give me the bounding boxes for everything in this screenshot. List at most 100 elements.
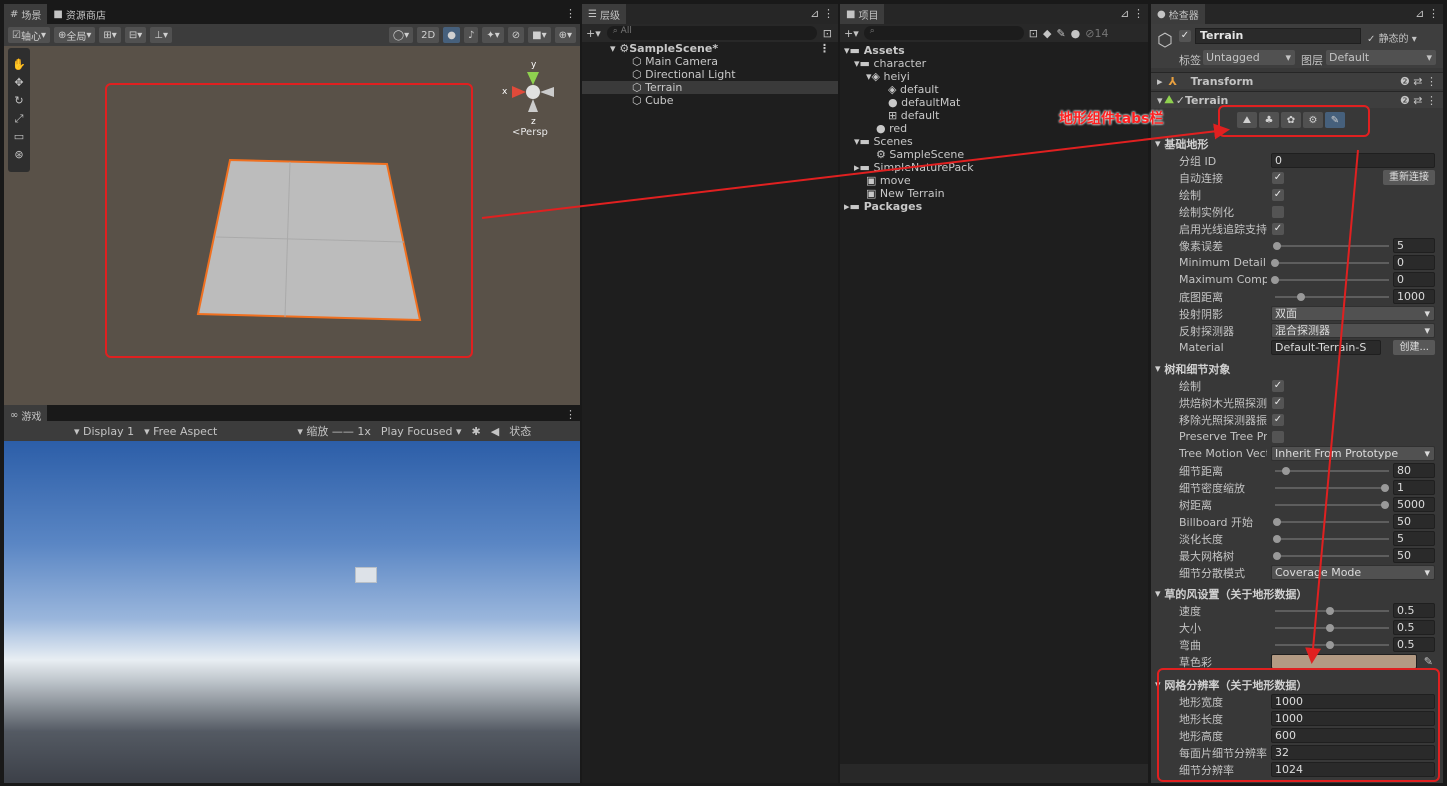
lock-icon[interactable]: ⊿ ⋮ (810, 7, 834, 20)
slider-value-field[interactable]: 1 (1393, 480, 1435, 495)
project-item[interactable]: ▾ ◈ heiyi (840, 70, 1148, 83)
layer-dropdown[interactable]: Default ▾ (1326, 50, 1436, 65)
property-button[interactable]: 重新连接 (1383, 170, 1435, 185)
slider-value-field[interactable]: 0.5 (1393, 620, 1435, 635)
tag-dropdown[interactable]: Untagged ▾ (1203, 50, 1295, 65)
slider-value-field[interactable]: 5 (1393, 238, 1435, 253)
label-filter-icon[interactable]: ✎ (1056, 27, 1065, 40)
tab-project[interactable]: ■ 项目 (840, 4, 885, 24)
component-menu-icon[interactable]: ❷ ⇄ ⋮ (1400, 94, 1437, 107)
slider-track[interactable] (1275, 487, 1389, 489)
slider-track[interactable] (1275, 245, 1389, 247)
slider-knob[interactable] (1326, 641, 1334, 649)
property-checkbox[interactable] (1272, 205, 1284, 218)
slider-track[interactable] (1275, 504, 1389, 506)
slider-track[interactable] (1275, 538, 1389, 540)
hidden-count[interactable]: ⊘14 (1085, 27, 1108, 40)
static-toggle[interactable]: ✓ 静态的 ▾ (1367, 30, 1417, 45)
hierarchy-item[interactable]: ⬡ Directional Light (582, 68, 838, 81)
active-checkbox[interactable]: ✓ (1179, 30, 1191, 42)
property-checkbox[interactable]: ✓ (1272, 222, 1284, 235)
slider-knob[interactable] (1381, 501, 1389, 509)
lock-icon[interactable]: ⊿ ⋮ (1415, 7, 1439, 20)
slider-knob[interactable] (1273, 242, 1282, 250)
lock-icon[interactable]: ⊿ ⋮ (1120, 7, 1144, 20)
hierarchy-item[interactable]: ⬡ Main Camera (582, 55, 838, 68)
property-field[interactable]: Default-Terrain-S (1271, 340, 1381, 355)
stats-button[interactable]: 状态 (509, 423, 531, 439)
property-button[interactable]: 创建... (1393, 340, 1435, 355)
play-mode-dropdown[interactable]: Play Focused ▾ (381, 425, 462, 438)
filter-icon[interactable]: ⊡ (823, 27, 832, 40)
slider-value-field[interactable]: 0.5 (1393, 637, 1435, 652)
property-checkbox[interactable]: ✓ (1272, 396, 1284, 409)
add-button[interactable]: +▾ (586, 27, 601, 40)
slider-knob[interactable] (1282, 467, 1290, 475)
property-dropdown[interactable]: Inherit From Prototype ▾ (1271, 446, 1435, 461)
slider-value-field[interactable]: 5000 (1393, 497, 1435, 512)
section-tree-detail[interactable]: ▾ 树和细节对象 (1155, 360, 1443, 377)
property-checkbox[interactable]: ✓ (1272, 379, 1284, 392)
info-icon[interactable]: ● (1071, 27, 1081, 40)
project-item[interactable]: ▣ move (840, 174, 1148, 187)
display-dropdown[interactable]: ▾ Display 1 (74, 425, 134, 438)
hierarchy-item[interactable]: ⬡ Cube (582, 94, 838, 107)
bug-icon[interactable]: ✱ (472, 425, 481, 438)
slider-knob[interactable] (1273, 518, 1282, 526)
project-item[interactable]: ▸ ▬ Packages (840, 200, 1148, 213)
slider-knob[interactable] (1273, 552, 1282, 560)
filter-icon[interactable]: ⊡ (1029, 27, 1038, 40)
property-dropdown[interactable]: 双面 ▾ (1271, 306, 1435, 321)
property-checkbox[interactable]: ✓ (1272, 188, 1284, 201)
search-input[interactable]: ⌕ All (606, 26, 817, 40)
slider-knob[interactable] (1381, 484, 1389, 492)
property-checkbox[interactable] (1272, 430, 1284, 443)
hierarchy-item[interactable]: ⬡ Terrain (582, 81, 838, 94)
slider-track[interactable] (1275, 279, 1389, 281)
scene-menu-icon[interactable]: ⋮ (819, 42, 830, 55)
slider-value-field[interactable]: 0 (1393, 255, 1435, 270)
project-item[interactable]: ▾ ▬ Assets (840, 44, 1148, 57)
eyedropper-icon[interactable]: ✎ (1424, 655, 1433, 668)
slider-knob[interactable] (1271, 276, 1279, 284)
search-input[interactable]: ⌕ (863, 26, 1024, 40)
slider-knob[interactable] (1326, 624, 1334, 632)
scene-root-row[interactable]: ▾ ⚙ SampleScene* ⋮ (582, 42, 838, 55)
slider-track[interactable] (1275, 521, 1389, 523)
section-basic-terrain[interactable]: ▾ 基础地形 (1155, 135, 1443, 152)
slider-value-field[interactable]: 50 (1393, 514, 1435, 529)
type-filter-icon[interactable]: ◆ (1043, 27, 1051, 40)
project-item[interactable]: ▣ New Terrain (840, 187, 1148, 200)
object-name-field[interactable]: Terrain (1195, 28, 1361, 44)
aspect-dropdown[interactable]: ▾ Free Aspect (144, 425, 217, 438)
add-button[interactable]: +▾ (844, 27, 859, 40)
property-dropdown[interactable]: Coverage Mode ▾ (1271, 565, 1435, 580)
slider-knob[interactable] (1326, 607, 1334, 615)
slider-value-field[interactable]: 0.5 (1393, 603, 1435, 618)
slider-value-field[interactable]: 0 (1393, 272, 1435, 287)
tab-inspector[interactable]: ● 检查器 (1151, 4, 1205, 24)
transform-component-header[interactable]: ▸ ⅄ Transform ❷ ⇄ ⋮ (1151, 72, 1443, 89)
slider-value-field[interactable]: 1000 (1393, 289, 1435, 304)
property-checkbox[interactable]: ✓ (1272, 171, 1284, 184)
project-item[interactable]: ⚙ SampleScene (840, 148, 1148, 161)
section-grass-wind[interactable]: ▾ 草的风设置（关于地形数据） (1155, 585, 1443, 602)
panel-menu-icon[interactable]: ⋮ (565, 408, 576, 421)
project-item[interactable]: ▾ ▬ character (840, 57, 1148, 70)
slider-value-field[interactable]: 50 (1393, 548, 1435, 563)
slider-track[interactable] (1275, 470, 1389, 472)
project-item[interactable]: ▸ ▬ SimpleNaturePack (840, 161, 1148, 174)
property-checkbox[interactable]: ✓ (1272, 413, 1284, 426)
cube-object[interactable] (355, 567, 377, 583)
slider-value-field[interactable]: 80 (1393, 463, 1435, 478)
mute-icon[interactable]: ◀ (491, 425, 499, 438)
scale-slider[interactable]: ▾ 缩放 —— 1x (297, 423, 371, 439)
tab-hierarchy[interactable]: ☰ 层级 (582, 4, 626, 24)
slider-track[interactable] (1275, 262, 1389, 264)
slider-knob[interactable] (1297, 293, 1306, 301)
property-dropdown[interactable]: 混合探测器 ▾ (1271, 323, 1435, 338)
project-item[interactable]: ◈ default (840, 83, 1148, 96)
slider-knob[interactable] (1273, 535, 1282, 543)
slider-track[interactable] (1275, 555, 1389, 557)
slider-value-field[interactable]: 5 (1393, 531, 1435, 546)
